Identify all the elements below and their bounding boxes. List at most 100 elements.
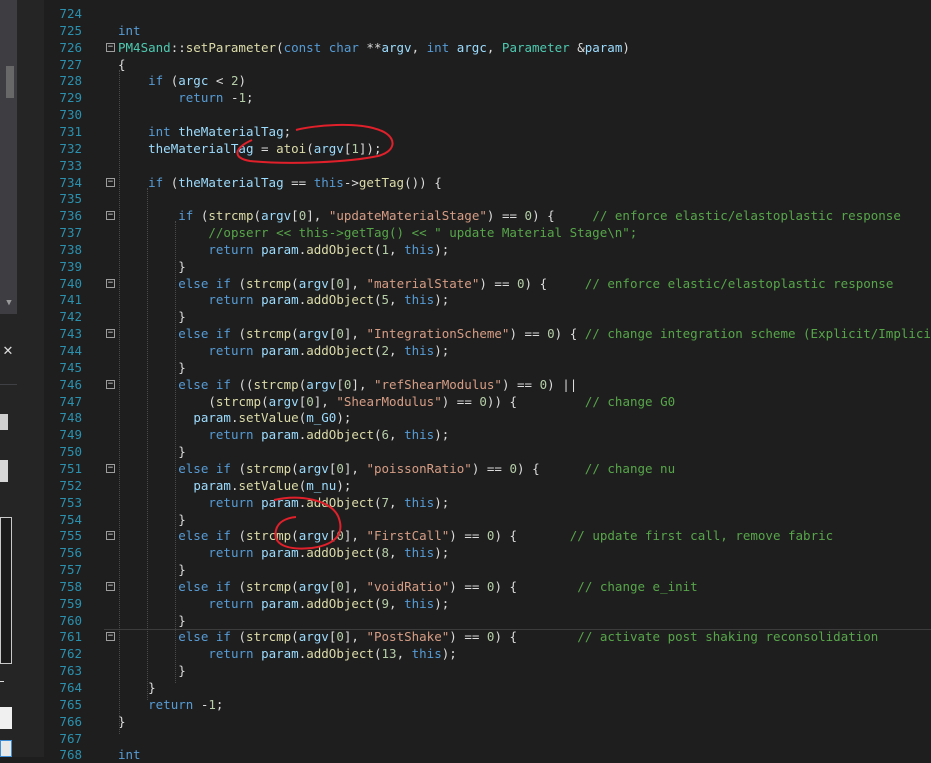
- line-number: 745: [59, 359, 82, 375]
- line-number: 733: [59, 157, 82, 173]
- line-number: 765: [59, 696, 82, 712]
- fold-collapse-icon[interactable]: −: [106, 581, 115, 591]
- left-side-panel: ▼ ✕: [0, 0, 44, 757]
- line-number: 726: [59, 39, 82, 55]
- line-number: 738: [59, 241, 82, 257]
- code-line[interactable]: return param.addObject(8, this);: [118, 544, 449, 561]
- fold-collapse-icon[interactable]: −: [106, 463, 115, 473]
- line-number: 727: [59, 56, 82, 72]
- code-line[interactable]: return -1;: [118, 696, 223, 713]
- panel-button[interactable]: [0, 414, 8, 430]
- line-number: 741: [59, 292, 82, 308]
- line-number: 725: [59, 22, 82, 38]
- panel-divider: [0, 384, 17, 385]
- fold-collapse-icon[interactable]: −: [106, 531, 115, 541]
- code-line[interactable]: return param.addObject(13, this);: [118, 645, 456, 662]
- code-line[interactable]: param.setValue(m_nu);: [118, 477, 351, 494]
- fold-collapse-icon[interactable]: −: [106, 278, 115, 288]
- line-number: 763: [59, 663, 82, 679]
- line-number: 750: [59, 444, 82, 460]
- code-line[interactable]: param.setValue(m_G0);: [118, 409, 351, 426]
- close-icon[interactable]: ✕: [0, 340, 16, 360]
- line-number: 729: [59, 90, 82, 106]
- fold-collapse-icon[interactable]: −: [106, 632, 115, 642]
- code-line[interactable]: return param.addObject(7, this);: [118, 494, 449, 511]
- line-number: 735: [59, 191, 82, 207]
- fold-collapse-icon[interactable]: −: [106, 329, 115, 339]
- fold-collapse-icon[interactable]: −: [106, 177, 115, 187]
- code-line[interactable]: PM4Sand::setParameter(const char **argv,…: [118, 39, 630, 56]
- code-line[interactable]: else if (strcmp(argv[0], "poissonRatio")…: [118, 460, 675, 477]
- line-number: 739: [59, 258, 82, 274]
- scroll-down-icon[interactable]: ▼: [3, 297, 15, 309]
- line-number: 766: [59, 713, 82, 729]
- code-line[interactable]: int: [118, 22, 141, 39]
- code-line[interactable]: return param.addObject(1, this);: [118, 241, 449, 258]
- code-line[interactable]: else if (strcmp(argv[0], "materialState"…: [118, 275, 893, 292]
- code-line[interactable]: }: [118, 679, 156, 696]
- fold-collapse-icon[interactable]: −: [106, 42, 115, 52]
- panel-scrollbar-thumb[interactable]: [6, 66, 14, 98]
- line-number: 730: [59, 107, 82, 123]
- code-line[interactable]: else if (strcmp(argv[0], "FirstCall") ==…: [118, 527, 833, 544]
- code-line[interactable]: if (argc < 2): [118, 72, 246, 89]
- fold-collapse-icon[interactable]: −: [106, 211, 115, 221]
- code-line[interactable]: if (strcmp(argv[0], "updateMaterialStage…: [118, 207, 901, 224]
- line-number: 732: [59, 140, 82, 156]
- code-line[interactable]: return param.addObject(9, this);: [118, 595, 449, 612]
- fold-collapse-icon[interactable]: −: [106, 379, 115, 389]
- line-number: 755: [59, 528, 82, 544]
- line-number: 742: [59, 309, 82, 325]
- panel-button-focused[interactable]: [0, 740, 12, 757]
- code-line[interactable]: theMaterialTag = atoi(argv[1]);: [118, 140, 381, 157]
- code-line[interactable]: return param.addObject(6, this);: [118, 426, 449, 443]
- line-number: 748: [59, 410, 82, 426]
- line-number: 760: [59, 612, 82, 628]
- line-number: 744: [59, 343, 82, 358]
- code-line[interactable]: return param.addObject(2, this);: [118, 342, 449, 359]
- line-number: 764: [59, 680, 82, 695]
- line-number: 731: [59, 123, 82, 139]
- line-number: 740: [59, 275, 82, 291]
- code-line[interactable]: return -1;: [118, 89, 253, 106]
- line-number: 724: [59, 6, 82, 21]
- indent-guide: [175, 221, 176, 683]
- line-number: 761: [59, 629, 82, 645]
- line-number: 753: [59, 494, 82, 510]
- line-number: 758: [59, 578, 82, 594]
- line-number: 756: [59, 545, 82, 561]
- line-number: 759: [59, 595, 82, 611]
- line-number: 751: [59, 460, 82, 476]
- indent-guide: [147, 187, 148, 700]
- line-number: 754: [59, 511, 82, 527]
- line-number: 746: [59, 376, 82, 392]
- current-line-highlight: [104, 629, 931, 630]
- line-number: 734: [59, 174, 82, 190]
- code-line[interactable]: else if (strcmp(argv[0], "PostShake") ==…: [118, 628, 878, 645]
- code-line[interactable]: int theMaterialTag;: [118, 123, 291, 140]
- code-editor[interactable]: int PM4Sand::setParameter(const char **ar…: [104, 0, 931, 763]
- line-number: 757: [59, 562, 82, 578]
- code-line[interactable]: //opserr << this->getTag() << " update M…: [118, 224, 637, 241]
- line-number: 737: [59, 225, 82, 241]
- code-line[interactable]: else if (strcmp(argv[0], "voidRatio") ==…: [118, 578, 697, 595]
- line-number: 743: [59, 326, 82, 342]
- line-number: 728: [59, 73, 82, 89]
- line-number: 736: [59, 208, 82, 224]
- line-number: 762: [59, 646, 82, 662]
- line-number: 752: [59, 477, 82, 493]
- line-number: 768: [59, 747, 82, 763]
- code-line[interactable]: (strcmp(argv[0], "ShearModulus") == 0)) …: [118, 393, 675, 410]
- indent-guide: [119, 69, 120, 734]
- code-line[interactable]: else if (strcmp(argv[0], "IntegrationSch…: [118, 325, 931, 342]
- panel-scrollbar[interactable]: ▼: [0, 0, 17, 314]
- panel-divider: [0, 681, 4, 682]
- panel-button[interactable]: [0, 460, 8, 482]
- code-line[interactable]: int: [118, 746, 141, 763]
- code-line[interactable]: if (theMaterialTag == this->getTag()) {: [118, 174, 442, 191]
- code-line[interactable]: else if ((strcmp(argv[0], "refShearModul…: [118, 376, 577, 393]
- panel-list-box[interactable]: [0, 517, 12, 664]
- code-line[interactable]: return param.addObject(5, this);: [118, 291, 449, 308]
- panel-button[interactable]: [0, 707, 12, 729]
- line-number: 767: [59, 730, 82, 746]
